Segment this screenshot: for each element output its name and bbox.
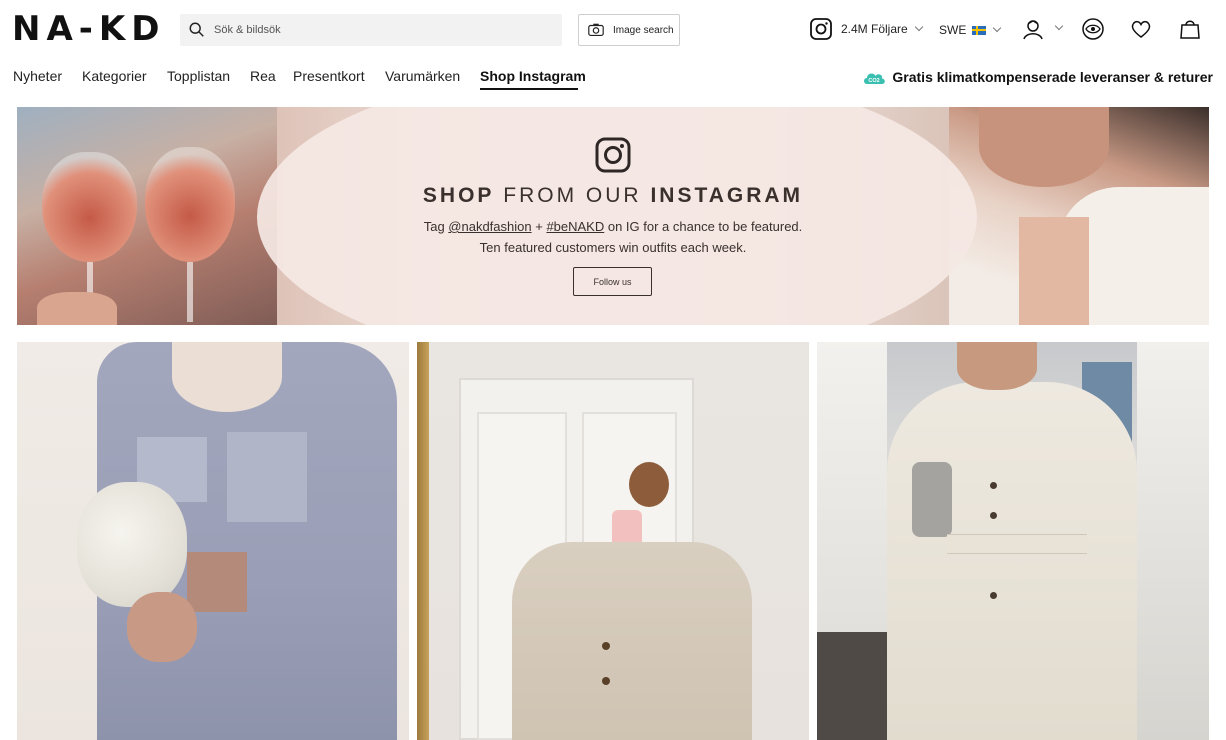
hero-title-shop: SHOP (422, 184, 495, 207)
nav-item-nyheter[interactable]: Nyheter (13, 68, 62, 84)
shopping-bag-icon (1180, 20, 1200, 39)
search-icon (189, 22, 204, 37)
nakdfashion-link[interactable]: @nakdfashion (448, 219, 531, 234)
instagram-icon (810, 18, 832, 40)
follow-us-button[interactable]: Follow us (573, 267, 652, 296)
recently-viewed-button[interactable] (1080, 16, 1106, 42)
hero-subline: Ten featured customers win outfits each … (479, 240, 747, 255)
hero-content: SHOP FROM OUR INSTAGRAM Tag @nakdfashion… (17, 107, 1209, 325)
search-input[interactable] (214, 24, 544, 36)
country-code: SWE (939, 23, 967, 37)
hero-tag-line: Tag @nakdfashion + #beNAKD on IG for a c… (17, 219, 1209, 234)
hero-title-instagram: INSTAGRAM (650, 184, 804, 207)
hero-title-middle: FROM OUR (503, 184, 642, 207)
chevron-down-icon (993, 23, 1002, 33)
search-bar[interactable] (180, 14, 562, 46)
nav-item-kategorier[interactable]: Kategorier (82, 68, 147, 84)
country-selector[interactable]: SWE (939, 23, 1002, 37)
header: NA-KD Image search 2.4M Följare SWE (0, 0, 1226, 62)
cart-button[interactable] (1177, 16, 1203, 42)
sweden-flag-icon (972, 25, 987, 35)
nav-item-presentkort[interactable]: Presentkort (293, 68, 365, 84)
nav-item-varumarken[interactable]: Varumärken (385, 68, 460, 84)
eye-icon (1082, 18, 1104, 40)
logo[interactable]: NA-KD (12, 9, 165, 49)
co2-cloud-icon: CO2 (864, 73, 886, 84)
nav-item-rea[interactable]: Rea (250, 68, 276, 84)
account-button[interactable] (1020, 16, 1046, 42)
wishlist-button[interactable] (1128, 16, 1154, 42)
hero-tag-suffix: on IG for a chance to be featured. (604, 219, 803, 234)
active-nav-underline (480, 88, 578, 90)
chevron-down-icon (1054, 21, 1064, 31)
instagram-followers[interactable]: 2.4M Följare (809, 17, 923, 41)
co2-badge-text: CO2 (869, 78, 880, 84)
hero-tag-plus: + (531, 219, 547, 234)
followers-count: 2.4M Följare (841, 22, 908, 36)
hero-title: SHOP FROM OUR INSTAGRAM (17, 184, 1209, 208)
instagram-icon (595, 137, 631, 173)
chevron-down-icon (914, 22, 923, 32)
instagram-post-3[interactable] (817, 342, 1209, 740)
climate-promo-text: Gratis klimatkompenserade leveranser & r… (892, 69, 1213, 85)
benakd-hashtag-link[interactable]: #beNAKD (546, 219, 604, 234)
climate-promo[interactable]: CO2 Gratis klimatkompenserade leveranser… (862, 69, 1213, 85)
nav-item-topplistan[interactable]: Topplistan (167, 68, 230, 84)
hero-tag-prefix: Tag (423, 219, 449, 234)
nav-item-shop-instagram[interactable]: Shop Instagram (480, 68, 586, 84)
camera-icon (588, 23, 604, 36)
image-search-button[interactable]: Image search (578, 14, 680, 46)
image-search-label: Image search (613, 24, 674, 36)
instagram-post-1[interactable] (17, 342, 409, 740)
heart-icon (1131, 20, 1151, 38)
instagram-post-2[interactable] (417, 342, 809, 740)
account-icon (1023, 20, 1043, 40)
